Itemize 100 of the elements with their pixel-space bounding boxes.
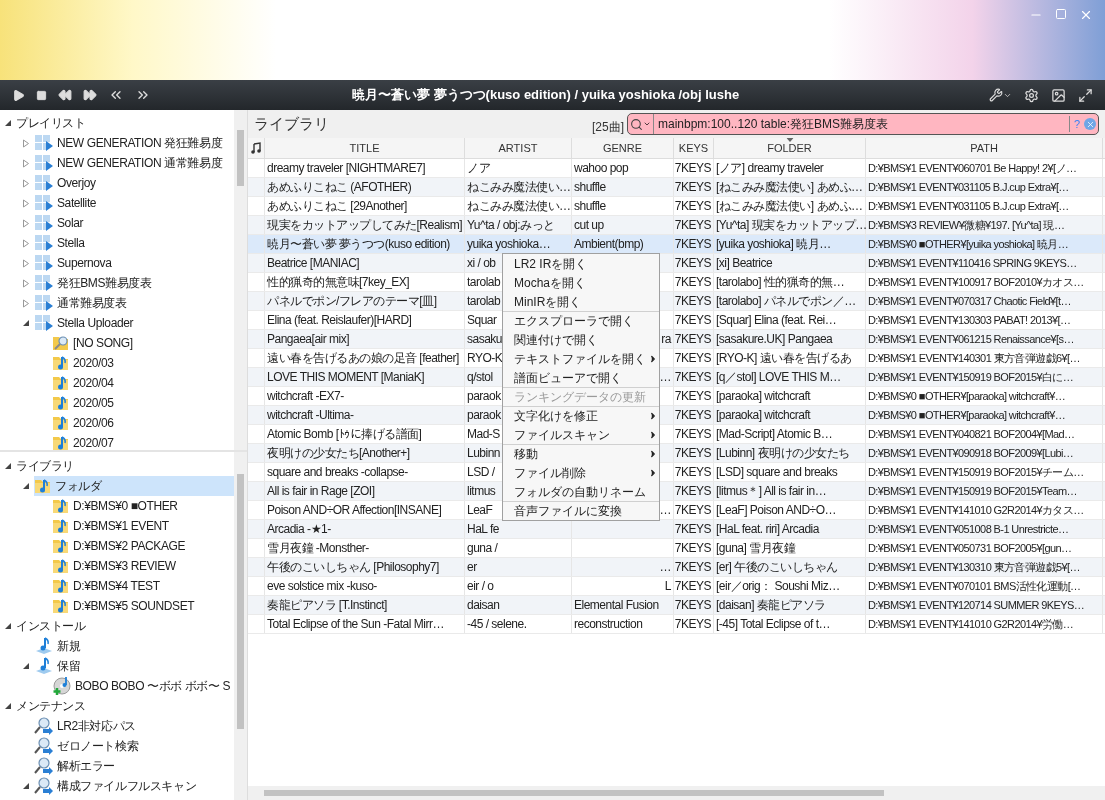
tree-item[interactable]: 解析エラー [34, 756, 123, 776]
scrollbar-thumb[interactable] [237, 130, 244, 186]
tree-item[interactable]: [NO SONG] [52, 333, 141, 353]
collapsed-arrow-icon[interactable] [22, 138, 30, 148]
playlist-icon [34, 314, 54, 332]
tree-item[interactable]: メンテナンス [16, 696, 94, 716]
table-row[interactable]: eve solstice mix -kuso- eir / o L 7KEYS [eir／orig： Soushi Miz… D:¥BMS¥1 EVENT¥070101 BMS活性化運動[… [248, 577, 1105, 596]
tree-item[interactable]: 2020/03 [52, 353, 122, 373]
tree-item[interactable]: Solar [34, 213, 91, 233]
stop-icon[interactable] [36, 89, 47, 101]
expanded-arrow-icon[interactable] [4, 622, 12, 630]
expanded-arrow-icon[interactable] [4, 119, 12, 127]
column-header[interactable]: GENRE [572, 138, 674, 158]
menu-item[interactable]: Mochaを開く [503, 273, 659, 292]
tree-item[interactable]: Stella [34, 233, 93, 253]
column-header[interactable]: ARTIST [465, 138, 572, 158]
table-row[interactable]: 現実をカットアップしてみた[Realism] Yu^ta / obj:みっと cut up 7KEYS [Yu^ta] 現実をカットアップ…D:¥BMS¥3 REVIEW¥微糖¥197. [Yu^ta] 現… [248, 216, 1105, 235]
fullscreen-icon[interactable] [1078, 87, 1093, 103]
table-row[interactable]: 午後のこいしちゃん [Philosophy7] er … 7KEYS [er] 午後のこいしちゃん D:¥BMS¥1 EVENT¥130310 東方音弾遊戯5¥[… [248, 558, 1105, 577]
collapsed-arrow-icon[interactable] [22, 278, 30, 288]
scrollbar-thumb[interactable] [237, 474, 244, 729]
tree-item[interactable]: D:¥BMS¥3 REVIEW [52, 556, 184, 576]
play-icon[interactable] [12, 88, 25, 102]
table-row[interactable]: Arcadia -★1- HaL fe 7KEYS [HaL feat. riri] Arcadia D:¥BMS¥1 EVENT¥051008 B-1 Unrestricte… [248, 520, 1105, 539]
tree-item[interactable]: D:¥BMS¥4 TEST [52, 576, 168, 596]
tree-item[interactable]: Satellite [34, 193, 105, 213]
tree-item[interactable]: 2020/07 [52, 433, 122, 450]
collapsed-arrow-icon[interactable] [22, 178, 30, 188]
settings-icon[interactable] [1024, 87, 1039, 103]
tree-item[interactable]: インストール [16, 616, 94, 636]
tree-item[interactable]: ライブラリ [16, 456, 82, 476]
scrollbar[interactable] [234, 110, 247, 450]
expanded-arrow-icon[interactable] [4, 462, 12, 470]
menu-item[interactable]: フォルダの自動リネーム [503, 482, 659, 501]
tree-item[interactable]: 新規 [34, 636, 89, 656]
column-header[interactable]: FOLDER [714, 138, 866, 158]
tree-item[interactable]: D:¥BMS¥5 SOUNDSET [52, 596, 203, 616]
search-field[interactable]: mainbpm:100..120 table:発狂BMS難易度表 ? [627, 113, 1099, 135]
collapsed-arrow-icon[interactable] [22, 238, 30, 248]
table-row[interactable]: 雪月夜鐘 -Monsther- guna / 7KEYS [guna] 雪月夜鐘 D:¥BMS¥1 EVENT¥050731 BOF2005¥[gun… [248, 539, 1105, 558]
table-row[interactable]: Total Eclipse of the Sun -Fatal Mirr… -45 / selene. reconstruction 7KEYS [-45] Total Eclipse of t… D:¥BMS¥1 EVENT¥141010 G2R2014¥労働… [248, 615, 1105, 634]
table-row[interactable]: あめふりこねこ [29Another] ねこみみ魔法使い… shuffle 7KEYS [ねこみみ魔法使い] あめふ… D:¥BMS¥1 EVENT¥031105 B.J.cup Extra¥[… [248, 197, 1105, 216]
collapsed-arrow-icon[interactable] [22, 198, 30, 208]
search-options-button[interactable] [628, 114, 654, 134]
rewind-icon[interactable] [58, 88, 72, 102]
tree-item[interactable]: D:¥BMS¥0 ■OTHER [52, 496, 186, 516]
tree-item[interactable]: 2020/06 [52, 413, 122, 433]
menu-item[interactable]: LR2 IRを開く [503, 254, 659, 273]
tree-item[interactable]: フォルダ [34, 476, 234, 496]
tree-item[interactable]: 2020/05 [52, 393, 122, 413]
expanded-arrow-icon[interactable] [22, 782, 30, 790]
table-row[interactable]: 暁月〜蒼い夢 夢うつつ(kuso edition) yuika yoshioka… Ambient(bmp) 7KEYS [yuika yoshioka] 暁月… D:¥BMS¥0 ■OTHER¥[yuika yoshioka] 暁月… [248, 235, 1105, 254]
collapsed-arrow-icon[interactable] [22, 218, 30, 228]
wrench-icon[interactable] [989, 88, 1003, 102]
menu-item[interactable]: テキストファイルを開く [503, 349, 659, 368]
tree-item[interactable]: 通常難易度表 [34, 293, 135, 313]
table-cell-text: D:¥BMS¥3 REVIEW¥微糖¥197. [Yu^ta] 現… [868, 217, 1065, 233]
tree-item[interactable]: 構成ファイルフルスキャン [34, 776, 205, 796]
table-row[interactable]: dreamy traveler [NIGHTMARE7] ノア wahoo pop 7KEYS [ノア] dreamy traveler D:¥BMS¥1 EVENT¥060701 Be Happy! 2¥[ノ… [248, 159, 1105, 178]
expanded-arrow-icon[interactable] [22, 482, 30, 490]
tree-item[interactable]: プレイリスト [16, 113, 94, 133]
tree-item[interactable]: 発狂BMS難易度表 [34, 273, 160, 293]
menu-item[interactable]: MinIRを開く [503, 292, 659, 311]
menu-item[interactable]: 関連付けで開く [503, 330, 659, 349]
tree-item[interactable]: 保留 [34, 656, 89, 676]
tree-item[interactable]: D:¥BMS¥1 EVENT [52, 516, 177, 536]
scrollbar-thumb[interactable] [264, 790, 884, 796]
column-header[interactable]: PATH [866, 138, 1103, 158]
table-row[interactable]: 奏龍ピアソラ [T.Instinct] daisan Elemental Fusion 7KEYS [daisan] 奏龍ピアソラ D:¥BMS¥1 EVENT¥120714 SUMMER 9KEYS… [248, 596, 1105, 615]
collapsed-arrow-icon[interactable] [22, 298, 30, 308]
expanded-arrow-icon[interactable] [22, 662, 30, 670]
tree-item[interactable]: Overjoy [34, 173, 104, 193]
expanded-arrow-icon[interactable] [22, 319, 30, 327]
tree-item[interactable]: NEW GENERATION 発狂難易度 [34, 133, 231, 153]
column-header[interactable]: TITLE [265, 138, 465, 158]
tree-item[interactable]: Supernova [34, 253, 120, 273]
horizontal-scrollbar[interactable] [248, 786, 1105, 800]
fast-forward-icon[interactable] [83, 88, 97, 102]
menu-item[interactable]: ファイルスキャン [503, 425, 659, 444]
tree-item[interactable]: LR2非対応パス [34, 716, 144, 736]
tree-item[interactable]: Stella Uploader [34, 313, 142, 333]
menu-item[interactable]: ファイル削除 [503, 463, 659, 482]
expanded-arrow-icon[interactable] [4, 702, 12, 710]
scrollbar[interactable] [234, 452, 247, 800]
tree-item[interactable]: ゼロノート検索 [34, 736, 147, 756]
image-icon[interactable] [1051, 87, 1066, 103]
music-column-header[interactable] [248, 138, 265, 158]
collapsed-arrow-icon[interactable] [22, 158, 30, 168]
menu-item[interactable]: 譜面ビューアで開く [503, 368, 659, 387]
column-header[interactable]: KEYS [674, 138, 714, 158]
tree-item[interactable]: NEW GENERATION 通常難易度 [34, 153, 231, 173]
collapsed-arrow-icon[interactable] [22, 258, 30, 268]
menu-item[interactable]: 文字化けを修正 [503, 406, 659, 425]
menu-item[interactable]: 音声ファイルに変換 [503, 501, 659, 520]
menu-item[interactable]: エクスプローラで開く [503, 311, 659, 330]
menu-item[interactable]: 移動 [503, 444, 659, 463]
tree-item[interactable]: BOBO BOBO 〜ボボ ボボ〜 S [52, 676, 234, 696]
tree-item[interactable]: D:¥BMS¥2 PACKAGE [52, 536, 194, 556]
table-row[interactable]: あめふりこねこ (AFOTHER) ねこみみ魔法使い… shuffle 7KEYS [ねこみみ魔法使い] あめふ… D:¥BMS¥1 EVENT¥031105 B.J.cup Extra¥[… [248, 178, 1105, 197]
tree-item[interactable]: 2020/04 [52, 373, 122, 393]
